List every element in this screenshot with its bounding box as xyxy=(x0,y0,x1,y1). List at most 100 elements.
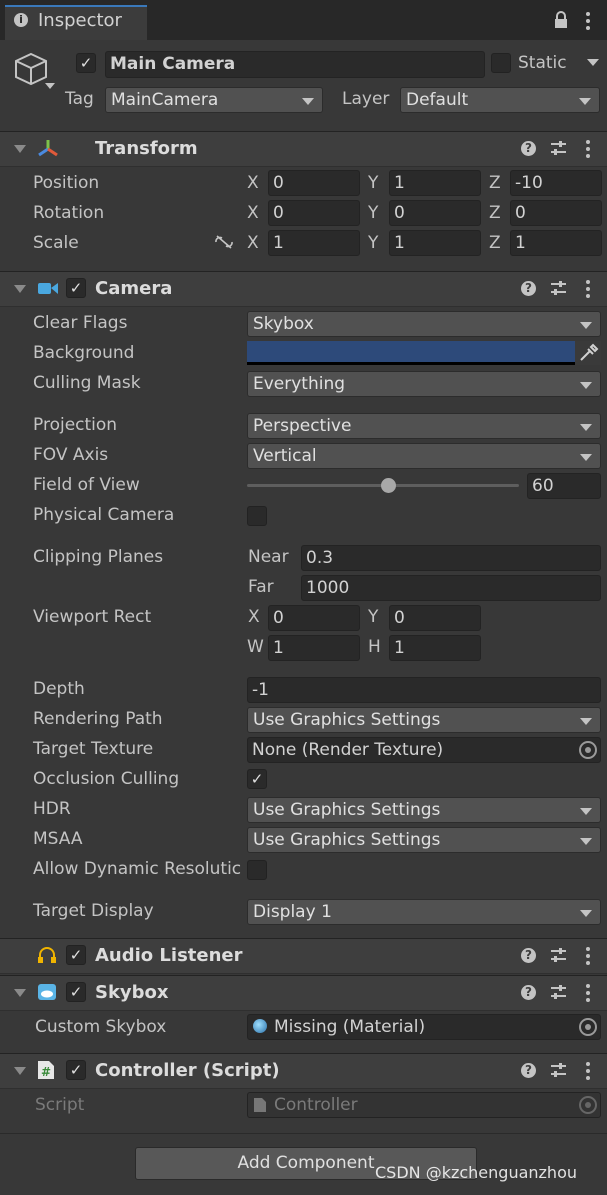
near-field[interactable]: 0.3 xyxy=(301,545,601,571)
hdr-dropdown[interactable]: Use Graphics Settings xyxy=(247,797,601,823)
rendering-path-dropdown[interactable]: Use Graphics Settings xyxy=(247,707,601,733)
camera-header[interactable] xyxy=(0,271,607,307)
depth-field[interactable]: -1 xyxy=(247,677,601,703)
clear-flags-value: Skybox xyxy=(253,314,314,334)
transform-menu-icon[interactable] xyxy=(586,140,590,161)
help-icon[interactable]: ? xyxy=(521,985,536,1000)
static-dropdown-icon[interactable] xyxy=(586,58,600,68)
controller-header[interactable] xyxy=(0,1053,607,1089)
help-icon[interactable]: ? xyxy=(521,141,536,156)
skybox-header[interactable] xyxy=(0,975,607,1011)
scale-z-field[interactable]: 1 xyxy=(510,230,602,256)
presets-icon[interactable] xyxy=(550,280,567,297)
camera-enabled-checkbox[interactable]: ✓ xyxy=(66,278,86,298)
culling-mask-dropdown[interactable]: Everything xyxy=(247,371,601,397)
msaa-value: Use Graphics Settings xyxy=(253,830,441,850)
skybox-enabled-checkbox[interactable]: ✓ xyxy=(66,982,86,1002)
transform-header[interactable] xyxy=(0,131,607,167)
position-y-field[interactable]: 1 xyxy=(389,170,481,196)
chevron-down-icon xyxy=(580,910,592,917)
culling-mask-value: Everything xyxy=(253,374,346,394)
presets-icon[interactable] xyxy=(550,984,567,1001)
chevron-down-icon xyxy=(302,98,314,105)
fov-axis-dropdown[interactable]: Vertical xyxy=(247,443,601,469)
presets-icon[interactable] xyxy=(550,1062,567,1079)
near-label: Near xyxy=(248,547,289,567)
tag-dropdown[interactable]: MainCamera xyxy=(105,87,323,113)
skybox-foldout-icon[interactable] xyxy=(14,989,26,997)
eyedropper-button[interactable] xyxy=(575,341,601,365)
rotation-label: Rotation xyxy=(33,203,105,223)
camera-title: Camera xyxy=(95,278,173,299)
lock-icon[interactable] xyxy=(554,11,568,29)
rotation-y-field[interactable]: 0 xyxy=(389,200,481,226)
object-picker-icon[interactable] xyxy=(579,741,597,759)
watermark: CSDN @kzchenguanzhou xyxy=(375,1163,577,1182)
viewport-y-field[interactable]: 0 xyxy=(389,605,481,631)
audio-listener-header[interactable] xyxy=(0,938,607,974)
position-y-label: Y xyxy=(368,173,379,193)
scale-y-label: Y xyxy=(368,233,379,253)
fov-field[interactable]: 60 xyxy=(527,473,601,499)
rotation-z-field[interactable]: 0 xyxy=(510,200,602,226)
material-sphere-icon xyxy=(253,1019,267,1033)
position-z-field[interactable]: -10 xyxy=(510,170,602,196)
controller-foldout-icon[interactable] xyxy=(14,1067,26,1075)
clear-flags-dropdown[interactable]: Skybox xyxy=(247,311,601,337)
chevron-down-icon xyxy=(580,838,592,845)
position-x-field[interactable]: 0 xyxy=(268,170,360,196)
help-icon[interactable]: ? xyxy=(521,948,536,963)
transform-foldout-icon[interactable] xyxy=(14,145,26,153)
static-checkbox[interactable] xyxy=(491,53,511,73)
cube-icon[interactable] xyxy=(14,52,58,94)
dynamic-resolution-label: Allow Dynamic Resolutic xyxy=(33,859,242,879)
chevron-down-icon xyxy=(580,808,592,815)
scale-x-field[interactable]: 1 xyxy=(268,230,360,256)
gameobject-active-checkbox[interactable]: ✓ xyxy=(76,53,96,73)
fov-axis-label: FOV Axis xyxy=(33,445,109,465)
position-x-label: X xyxy=(247,173,259,193)
audio-listener-menu-icon[interactable] xyxy=(586,947,590,968)
viewport-h-field[interactable]: 1 xyxy=(389,635,481,661)
object-picker-icon[interactable] xyxy=(579,1018,597,1036)
gameobject-name-field[interactable]: Main Camera xyxy=(105,51,485,78)
camera-foldout-icon[interactable] xyxy=(14,285,26,293)
tag-dropdown-value: MainCamera xyxy=(111,90,219,110)
target-texture-field[interactable]: None (Render Texture) xyxy=(247,737,601,763)
viewport-w-field[interactable]: 1 xyxy=(268,635,360,661)
audio-listener-enabled-checkbox[interactable]: ✓ xyxy=(66,945,86,965)
scale-y-field[interactable]: 1 xyxy=(389,230,481,256)
viewport-h-label: H xyxy=(368,637,381,657)
viewport-x-label: X xyxy=(248,607,260,627)
target-display-dropdown[interactable]: Display 1 xyxy=(247,899,601,925)
layer-dropdown[interactable]: Default xyxy=(400,87,600,113)
msaa-dropdown[interactable]: Use Graphics Settings xyxy=(247,827,601,853)
background-color-field[interactable] xyxy=(247,341,575,365)
target-display-value: Display 1 xyxy=(253,902,332,922)
camera-menu-icon[interactable] xyxy=(586,280,590,301)
transform-title: Transform xyxy=(95,138,198,159)
scale-label: Scale xyxy=(33,233,79,253)
occlusion-culling-checkbox[interactable]: ✓ xyxy=(247,769,267,789)
presets-icon[interactable] xyxy=(550,140,567,157)
hdr-value: Use Graphics Settings xyxy=(253,800,441,820)
fov-slider-thumb[interactable] xyxy=(381,478,397,493)
controller-menu-icon[interactable] xyxy=(586,1062,590,1083)
skybox-menu-icon[interactable] xyxy=(586,984,590,1005)
far-field[interactable]: 1000 xyxy=(301,575,601,601)
unlinked-scale-icon[interactable] xyxy=(214,234,234,250)
controller-enabled-checkbox[interactable]: ✓ xyxy=(66,1060,86,1080)
help-icon[interactable]: ? xyxy=(521,281,536,296)
rotation-z-label: Z xyxy=(489,203,501,223)
rotation-x-field[interactable]: 0 xyxy=(268,200,360,226)
tab-menu-icon[interactable] xyxy=(586,12,590,33)
dynamic-resolution-checkbox[interactable] xyxy=(247,860,267,880)
viewport-x-field[interactable]: 0 xyxy=(268,605,360,631)
physical-camera-checkbox[interactable] xyxy=(247,506,267,526)
script-label: Script xyxy=(35,1095,85,1115)
presets-icon[interactable] xyxy=(550,947,567,964)
help-icon[interactable]: ? xyxy=(521,1063,536,1078)
projection-dropdown[interactable]: Perspective xyxy=(247,413,601,439)
chevron-down-icon xyxy=(580,382,592,389)
custom-skybox-field[interactable]: Missing (Material) xyxy=(247,1014,601,1040)
